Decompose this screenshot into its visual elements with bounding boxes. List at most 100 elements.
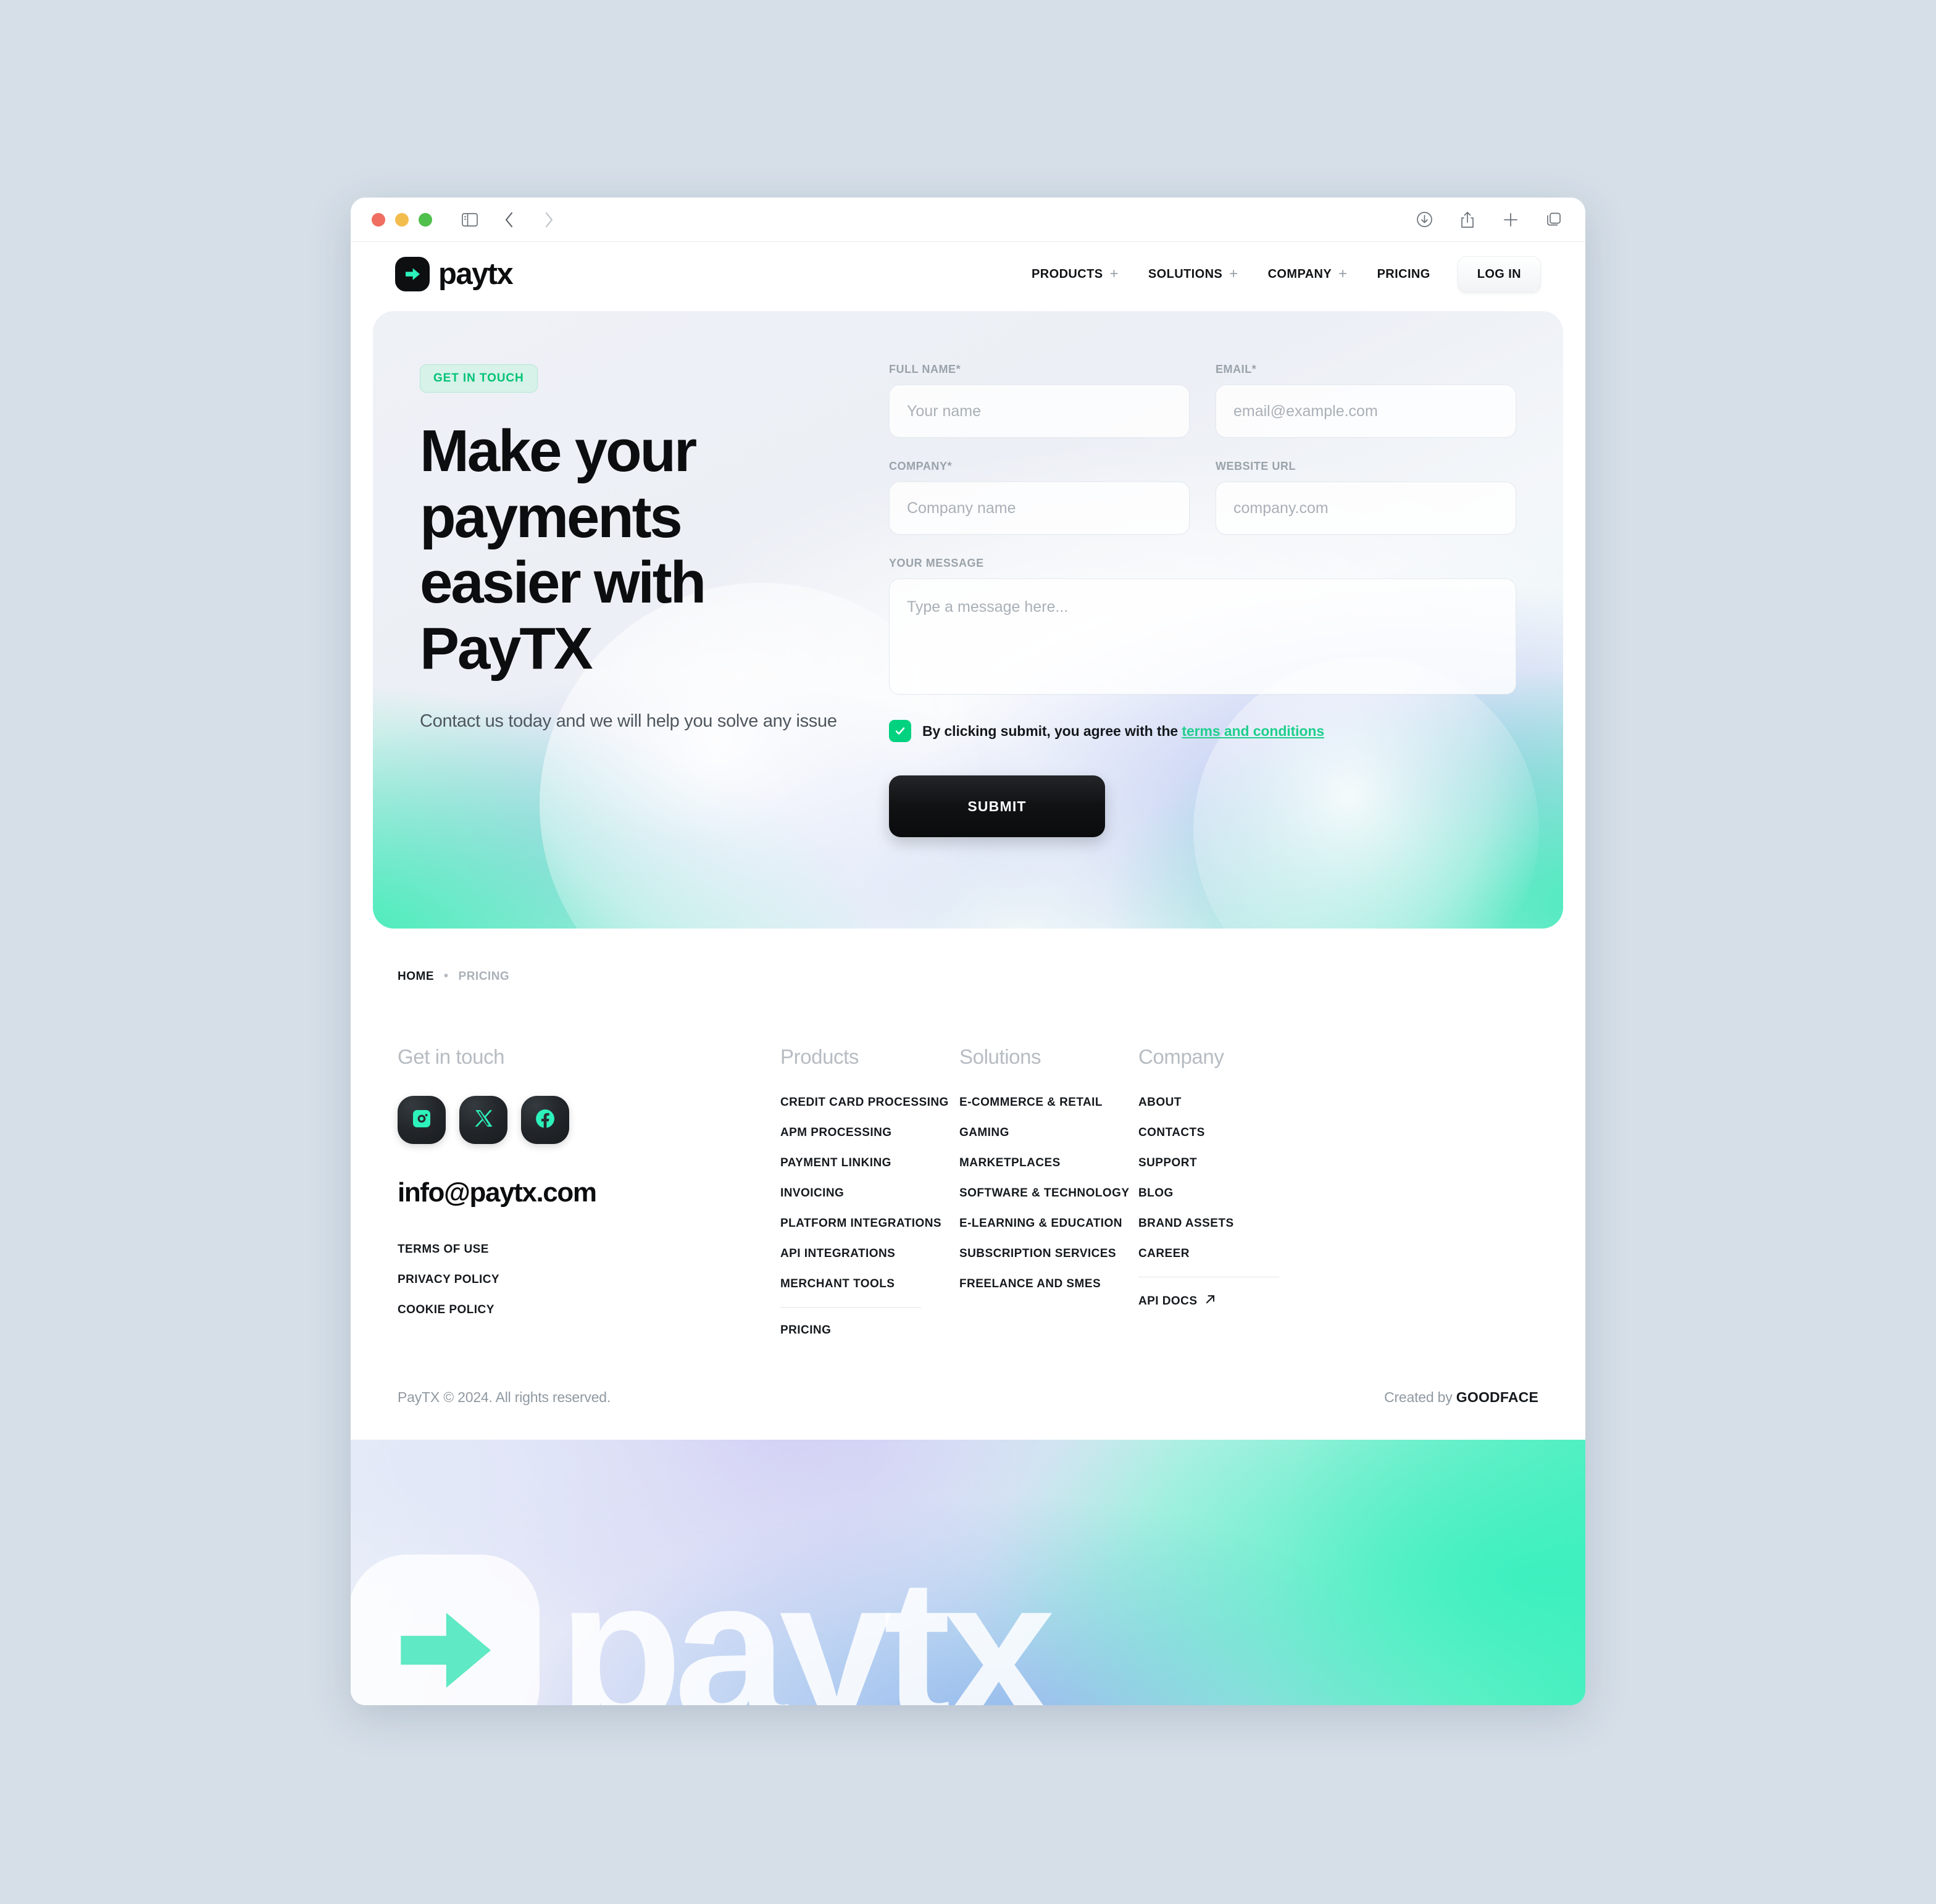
x-twitter-link[interactable]: [459, 1096, 507, 1144]
link-support[interactable]: SUPPORT: [1138, 1156, 1299, 1170]
consent-checkbox[interactable]: [889, 720, 911, 742]
nav-item-company-label: COMPANY: [1267, 267, 1332, 281]
consent-label: By clicking submit, you agree with the t…: [922, 723, 1324, 740]
share-icon[interactable]: [1457, 209, 1478, 230]
main-navigation: PRODUCTS + SOLUTIONS + COMPANY + PRICING…: [1017, 256, 1541, 293]
footer-solutions-links: E-COMMERCE & RETAIL GAMING MARKETPLACES …: [959, 1096, 1138, 1291]
nav-item-pricing[interactable]: PRICING: [1362, 267, 1445, 282]
link-contacts[interactable]: CONTACTS: [1138, 1126, 1299, 1140]
copyright-bar: PayTX © 2024. All rights reserved. Creat…: [351, 1337, 1585, 1406]
credit-text: Created by GOODFACE: [1384, 1389, 1538, 1406]
paytx-arrow-icon: [395, 257, 430, 291]
consent-row: By clicking submit, you agree with the t…: [889, 720, 1516, 742]
footer-company-links: ABOUT CONTACTS SUPPORT BLOG BRAND ASSETS…: [1138, 1096, 1299, 1261]
link-about[interactable]: ABOUT: [1138, 1096, 1299, 1109]
submit-button[interactable]: SUBMIT: [889, 775, 1105, 837]
link-api-docs[interactable]: API DOCS: [1138, 1293, 1216, 1309]
facebook-link[interactable]: [521, 1096, 569, 1144]
sidebar-icon[interactable]: [459, 209, 480, 230]
link-elearning-education[interactable]: E-LEARNING & EDUCATION: [959, 1217, 1138, 1230]
link-payment-linking[interactable]: PAYMENT LINKING: [780, 1156, 959, 1170]
facebook-icon: [534, 1108, 556, 1133]
footer-solutions-heading: Solutions: [959, 1045, 1041, 1068]
copyright-text: PayTX © 2024. All rights reserved.: [398, 1389, 611, 1405]
close-window-button[interactable]: [372, 212, 385, 227]
hero-subtitle: Contact us today and we will help you so…: [420, 711, 837, 732]
external-link-arrow-icon: [1204, 1293, 1216, 1309]
footer-column-products: Products CREDIT CARD PROCESSING APM PROC…: [780, 1045, 959, 1337]
link-platform-integrations[interactable]: PLATFORM INTEGRATIONS: [780, 1217, 959, 1230]
link-subscription-services[interactable]: SUBSCRIPTION SERVICES: [959, 1247, 1138, 1261]
field-group-website: WEBSITE URL: [1216, 460, 1516, 535]
login-button[interactable]: LOG IN: [1457, 256, 1541, 293]
footer-watermark: paytx: [351, 1440, 1585, 1705]
site-footer: Get in touch info@paytx.com TERMS OF USE…: [351, 983, 1585, 1337]
tab-overview-icon[interactable]: [1543, 209, 1564, 230]
company-input[interactable]: [889, 482, 1190, 535]
browser-left-toolbar: [459, 209, 559, 230]
field-group-email: EMAIL*: [1216, 363, 1516, 438]
browser-right-toolbar: [1414, 209, 1564, 230]
new-tab-icon[interactable]: [1500, 209, 1521, 230]
link-ecommerce-retail[interactable]: E-COMMERCE & RETAIL: [959, 1096, 1138, 1109]
field-group-company: COMPANY*: [889, 460, 1190, 535]
site-header: paytx PRODUCTS + SOLUTIONS + COMPANY + P…: [351, 242, 1585, 306]
link-api-integrations[interactable]: API INTEGRATIONS: [780, 1247, 959, 1261]
nav-item-solutions[interactable]: SOLUTIONS +: [1133, 267, 1253, 282]
breadcrumb: HOME • PRICING: [351, 929, 1585, 983]
link-apm-processing[interactable]: APM PROCESSING: [780, 1126, 959, 1140]
link-gaming[interactable]: GAMING: [959, 1126, 1138, 1140]
credit-prefix: Created by: [1384, 1389, 1456, 1405]
legal-links: TERMS OF USE PRIVACY POLICY COOKIE POLIC…: [398, 1243, 780, 1317]
company-label: COMPANY*: [889, 460, 953, 472]
cookie-policy-link[interactable]: COOKIE POLICY: [398, 1303, 780, 1317]
divider: [780, 1307, 921, 1308]
website-input[interactable]: [1216, 482, 1516, 535]
contact-form: FULL NAME* EMAIL* COMPANY*: [889, 359, 1516, 837]
forward-icon[interactable]: [538, 209, 559, 230]
link-software-technology[interactable]: SOFTWARE & TECHNOLOGY: [959, 1187, 1138, 1200]
breadcrumb-separator: •: [444, 969, 449, 983]
link-freelance-smes[interactable]: FREELANCE AND SMES: [959, 1277, 1138, 1291]
watermark-wordmark: paytx: [558, 1535, 1056, 1705]
site-logo[interactable]: paytx: [395, 257, 514, 291]
credit-brand: GOODFACE: [1456, 1389, 1538, 1405]
nav-item-pricing-label: PRICING: [1377, 267, 1430, 281]
link-blog[interactable]: BLOG: [1138, 1187, 1299, 1200]
privacy-policy-link[interactable]: PRIVACY POLICY: [398, 1273, 780, 1287]
field-group-full-name: FULL NAME*: [889, 363, 1190, 438]
terms-of-use-link[interactable]: TERMS OF USE: [398, 1243, 780, 1256]
downloads-icon[interactable]: [1414, 209, 1435, 230]
message-textarea[interactable]: [889, 578, 1516, 695]
link-pricing[interactable]: PRICING: [780, 1324, 831, 1337]
instagram-link[interactable]: [398, 1096, 446, 1144]
nav-item-company[interactable]: COMPANY +: [1253, 267, 1362, 282]
logo-wordmark: paytx: [438, 257, 514, 291]
full-name-input[interactable]: [889, 385, 1190, 438]
link-career[interactable]: CAREER: [1138, 1247, 1299, 1261]
terms-and-conditions-link[interactable]: terms and conditions: [1182, 723, 1324, 739]
hero-text-column: GET IN TOUCH Make your payments easier w…: [420, 359, 852, 837]
nav-item-solutions-label: SOLUTIONS: [1148, 267, 1223, 281]
field-group-message: YOUR MESSAGE: [889, 557, 1516, 698]
page-content: paytx PRODUCTS + SOLUTIONS + COMPANY + P…: [351, 242, 1585, 1705]
watermark-arrow-icon: [351, 1555, 540, 1705]
page-title: Make your payments easier with PayTX: [420, 418, 706, 682]
back-icon[interactable]: [499, 209, 520, 230]
window-controls: [372, 212, 432, 227]
contact-email[interactable]: info@paytx.com: [398, 1177, 780, 1208]
api-docs-label: API DOCS: [1138, 1294, 1198, 1308]
link-credit-card-processing[interactable]: CREDIT CARD PROCESSING: [780, 1096, 959, 1109]
message-label: YOUR MESSAGE: [889, 557, 984, 569]
get-in-touch-badge: GET IN TOUCH: [420, 364, 538, 393]
link-merchant-tools[interactable]: MERCHANT TOOLS: [780, 1277, 959, 1291]
breadcrumb-home[interactable]: HOME: [398, 970, 434, 983]
email-input[interactable]: [1216, 385, 1516, 438]
nav-item-products[interactable]: PRODUCTS +: [1017, 267, 1133, 282]
maximize-window-button[interactable]: [419, 212, 432, 227]
link-brand-assets[interactable]: BRAND ASSETS: [1138, 1217, 1299, 1230]
link-marketplaces[interactable]: MARKETPLACES: [959, 1156, 1138, 1170]
minimize-window-button[interactable]: [395, 212, 409, 227]
link-invoicing[interactable]: INVOICING: [780, 1187, 959, 1200]
plus-icon: +: [1338, 265, 1348, 282]
